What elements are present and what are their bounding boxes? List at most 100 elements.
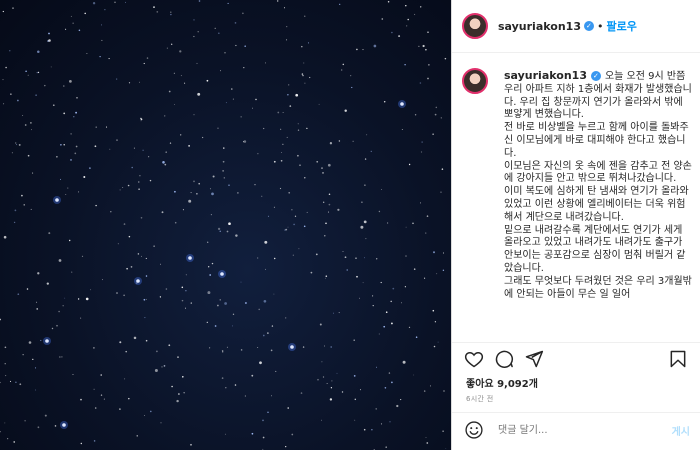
star (224, 52, 226, 54)
star (4, 422, 6, 424)
header-username[interactable]: sayuriakon13 (498, 20, 581, 33)
star (184, 82, 186, 84)
star (35, 389, 37, 391)
comment-icon[interactable] (494, 349, 514, 369)
likes-count[interactable]: 좋아요 9,092개 (466, 375, 538, 390)
star (128, 397, 130, 400)
star (262, 436, 265, 439)
star (225, 102, 227, 104)
star (344, 109, 347, 112)
star (412, 222, 414, 225)
star (257, 153, 259, 155)
star (119, 408, 121, 410)
star (26, 288, 29, 290)
star (94, 407, 97, 409)
heart-icon[interactable] (464, 349, 484, 369)
star (13, 441, 15, 443)
star (404, 286, 406, 288)
star (217, 127, 219, 129)
star (442, 252, 445, 254)
star (298, 248, 300, 250)
star (223, 177, 225, 179)
follow-button[interactable]: 팔로우 (606, 18, 636, 34)
star (108, 58, 110, 60)
star (144, 414, 145, 416)
star (209, 274, 212, 276)
star (420, 202, 421, 204)
star (70, 15, 72, 17)
star (198, 182, 200, 185)
star (400, 399, 402, 401)
star (258, 308, 260, 311)
post-timestamp[interactable]: 6시간 전 (466, 394, 494, 404)
star (170, 13, 172, 16)
star (12, 7, 14, 9)
star (60, 178, 61, 180)
star (427, 31, 429, 33)
star (201, 136, 204, 139)
star (153, 245, 155, 247)
star (104, 9, 106, 11)
star (432, 309, 435, 312)
star (240, 116, 242, 118)
star (22, 354, 24, 356)
comment-input[interactable] (496, 423, 672, 437)
star (434, 321, 437, 323)
bookmark-icon[interactable] (668, 349, 688, 369)
star (171, 385, 173, 388)
star (51, 327, 54, 330)
caption-avatar[interactable] (462, 68, 488, 94)
star (325, 275, 328, 277)
star (81, 255, 84, 257)
share-icon[interactable] (524, 349, 544, 369)
star (392, 287, 395, 290)
star (398, 35, 401, 38)
star (442, 269, 445, 271)
star (149, 179, 152, 182)
star (214, 325, 217, 327)
star (196, 193, 198, 195)
star (279, 187, 282, 190)
star (35, 94, 37, 96)
star (265, 62, 267, 64)
star (64, 297, 66, 299)
star (34, 367, 37, 369)
star (217, 304, 219, 307)
star (68, 239, 71, 242)
star (72, 374, 74, 375)
star (282, 143, 284, 145)
star (339, 3, 341, 5)
star (109, 148, 111, 150)
star (138, 188, 140, 191)
star (173, 103, 175, 105)
star (342, 63, 345, 66)
star (306, 211, 308, 213)
star (327, 211, 330, 213)
bright-star (62, 423, 66, 427)
star (210, 214, 212, 216)
avatar[interactable] (462, 13, 488, 39)
star (425, 437, 427, 438)
star (180, 134, 182, 136)
star (19, 383, 22, 386)
star (328, 203, 331, 206)
caption-username[interactable]: sayuriakon13 (504, 69, 587, 82)
star (162, 161, 165, 164)
star (262, 419, 264, 422)
post-image-starry-sky[interactable] (0, 0, 451, 450)
caption-verified-badge-icon: ✓ (590, 71, 601, 81)
star (193, 114, 195, 116)
star (321, 167, 323, 169)
star (244, 395, 246, 397)
star (378, 333, 380, 335)
star (303, 225, 306, 228)
post-comment-button[interactable]: 게시 (672, 423, 690, 438)
star (7, 438, 9, 440)
star (156, 11, 159, 13)
star (318, 103, 320, 105)
star (421, 141, 423, 143)
star (304, 82, 306, 84)
star (289, 105, 292, 107)
emoji-icon[interactable] (464, 420, 484, 440)
star (101, 24, 103, 26)
